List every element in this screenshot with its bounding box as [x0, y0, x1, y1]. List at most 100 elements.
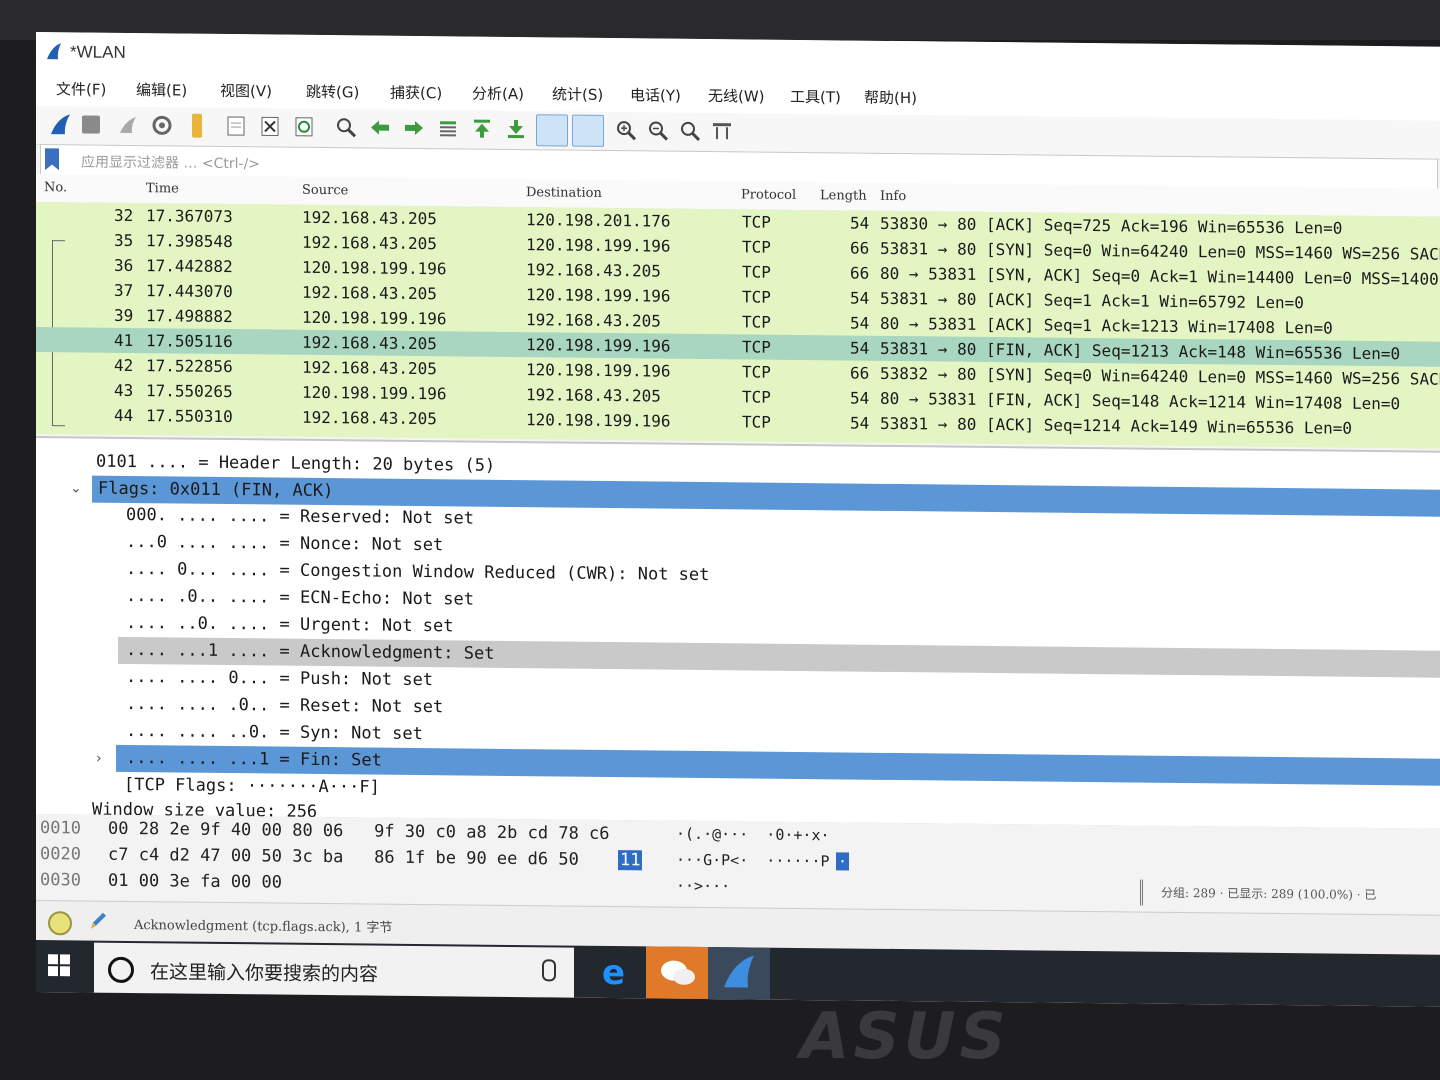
packet-no: 43	[114, 380, 134, 401]
packet-destination: 120.198.199.196	[526, 285, 671, 306]
column-destination[interactable]: Destination	[526, 185, 602, 201]
zoom-out-icon[interactable]	[646, 118, 670, 142]
packet-protocol: TCP	[742, 287, 771, 307]
menu-help[interactable]: 帮助(H)	[864, 87, 917, 109]
expert-info-icon[interactable]	[48, 911, 72, 936]
hex-ascii[interactable]: ·(.·@··· ·0·+·x·	[676, 825, 830, 845]
wireshark-taskbar-icon[interactable]	[708, 947, 770, 1003]
packet-info: 53832 → 80 [SYN] Seq=0 Win=64240 Len=0 M…	[880, 363, 1440, 389]
packet-source: 192.168.43.205	[302, 207, 437, 229]
packet-no: 32	[114, 205, 134, 226]
taskbar-search-box[interactable]: 在这里输入你要搜索的内容	[94, 942, 574, 998]
packet-protocol: TCP	[742, 262, 771, 282]
auto-scroll-icon[interactable]	[536, 114, 568, 147]
hex-bytes[interactable]: 00 28 2e 9f 40 00 80 06 9f 30 c0 a8 2b c…	[108, 819, 610, 844]
packet-info: 80 → 53831 [SYN, ACK] Seq=0 Ack=1 Win=14…	[880, 263, 1440, 289]
stop-capture-icon[interactable]	[82, 115, 100, 134]
packet-time: 17.443070	[146, 281, 233, 302]
column-no[interactable]: No.	[44, 180, 67, 195]
detail-text: [TCP Flags: ·······A···F]	[124, 774, 380, 798]
wireshark-fin-icon	[47, 43, 61, 60]
packet-time: 17.498882	[146, 306, 233, 327]
close-file-icon[interactable]	[258, 114, 282, 138]
expand-caret-icon[interactable]: ›	[96, 751, 102, 767]
menu-wireless[interactable]: 无线(W)	[708, 85, 765, 107]
menu-view[interactable]: 视图(V)	[220, 80, 272, 102]
packet-source: 192.168.43.205	[302, 357, 437, 379]
last-packet-icon[interactable]	[504, 117, 528, 141]
hex-bytes[interactable]: 01 00 3e fa 00 00	[108, 871, 282, 893]
detail-text: .... .... ...1 = Fin: Set	[126, 747, 382, 771]
packet-source: 192.168.43.205	[302, 232, 437, 254]
display-filter-input[interactable]: 应用显示过滤器 … <Ctrl-/>	[81, 151, 260, 173]
window-title: *WLAN	[70, 42, 126, 62]
start-capture-icon[interactable]	[48, 112, 72, 136]
menu-tools[interactable]: 工具(T)	[790, 86, 841, 108]
wechat-icon[interactable]	[646, 946, 708, 1000]
packet-destination: 192.168.43.205	[526, 260, 661, 281]
detail-text: .... 0... .... = Congestion Window Reduc…	[126, 558, 710, 586]
reload-file-icon[interactable]	[292, 115, 316, 139]
edit-comment-icon[interactable]	[88, 910, 108, 932]
edge-browser-icon[interactable]: e	[584, 946, 646, 999]
status-text: Acknowledgment (tcp.flags.ack), 1 字节	[134, 918, 393, 936]
packet-destination: 120.198.199.196	[526, 410, 671, 431]
go-forward-icon[interactable]	[402, 116, 426, 140]
column-source[interactable]: Source	[302, 183, 348, 198]
go-to-packet-icon[interactable]	[436, 116, 460, 140]
hex-bytes[interactable]: c7 c4 d2 47 00 50 3c ba 86 1f be 90 ee d…	[108, 845, 589, 870]
microphone-icon[interactable]	[542, 959, 556, 982]
packet-time: 17.505116	[146, 331, 233, 352]
packet-length: 54	[850, 388, 870, 408]
detail-text: .... .0.. .... = ECN-Echo: Not set	[126, 585, 474, 610]
normal-size-icon[interactable]	[678, 119, 702, 143]
packet-protocol: TCP	[742, 337, 771, 357]
first-packet-icon[interactable]	[470, 117, 494, 141]
zoom-in-icon[interactable]	[614, 118, 638, 142]
packet-info: 53831 → 80 [ACK] Seq=1 Ack=1 Win=65792 L…	[880, 288, 1304, 313]
packet-no: 41	[114, 330, 134, 351]
packet-no: 36	[114, 255, 134, 276]
menu-analyze[interactable]: 分析(A)	[472, 83, 524, 105]
packet-info: 53830 → 80 [ACK] Seq=725 Ack=196 Win=655…	[880, 213, 1343, 238]
menu-capture[interactable]: 捕获(C)	[390, 82, 442, 104]
hex-selected-byte[interactable]: 11	[618, 850, 643, 871]
menu-file[interactable]: 文件(F)	[56, 78, 106, 100]
menu-statistics[interactable]: 统计(S)	[552, 83, 603, 105]
hex-ascii[interactable]: ··>···	[676, 877, 730, 896]
ascii-selected-char[interactable]: ·	[836, 852, 850, 871]
wireshark-window: *WLAN 文件(F) 编辑(E) 视图(V) 跳转(G) 捕获(C) 分析(A…	[36, 32, 1440, 1007]
detail-text: .... ..0. .... = Urgent: Not set	[126, 612, 454, 637]
packet-time: 17.367073	[146, 206, 233, 227]
windows-start-icon[interactable]	[48, 954, 70, 977]
column-info[interactable]: Info	[880, 189, 906, 204]
packet-time: 17.550265	[146, 381, 233, 402]
packet-length: 54	[850, 313, 870, 333]
packet-info: 80 → 53831 [ACK] Seq=1 Ack=1213 Win=1740…	[880, 313, 1333, 338]
column-protocol[interactable]: Protocol	[741, 187, 796, 203]
go-back-icon[interactable]	[368, 115, 392, 139]
packet-source: 120.198.199.196	[302, 307, 447, 329]
cortana-icon[interactable]	[108, 956, 134, 984]
column-time[interactable]: Time	[146, 181, 179, 196]
open-folder-icon[interactable]	[192, 113, 202, 138]
packet-no: 42	[114, 355, 134, 376]
menu-telephony[interactable]: 电话(Y)	[630, 84, 681, 106]
bookmark-icon[interactable]	[45, 148, 59, 170]
packet-source: 192.168.43.205	[302, 407, 437, 429]
find-packet-icon[interactable]	[334, 115, 358, 139]
colorize-icon[interactable]	[572, 114, 604, 147]
menu-go[interactable]: 跳转(G)	[306, 81, 359, 103]
column-length[interactable]: Length	[820, 188, 867, 203]
packet-source: 120.198.199.196	[302, 257, 447, 279]
menu-edit[interactable]: 编辑(E)	[136, 79, 187, 101]
hex-ascii[interactable]: ···G·P<· ······P	[676, 851, 830, 871]
packet-count-stats: 分组: 289 · 已显示: 289 (100.0%) · 已	[1140, 879, 1377, 909]
capture-options-gear-icon[interactable]	[150, 113, 174, 137]
packet-info: 53831 → 80 [SYN] Seq=0 Win=64240 Len=0 M…	[880, 238, 1440, 264]
save-file-icon[interactable]	[224, 114, 248, 138]
packet-length: 54	[850, 213, 870, 233]
collapse-caret-icon[interactable]: ⌄	[70, 480, 82, 496]
restart-capture-icon[interactable]	[116, 113, 140, 137]
resize-columns-icon[interactable]	[710, 119, 734, 143]
